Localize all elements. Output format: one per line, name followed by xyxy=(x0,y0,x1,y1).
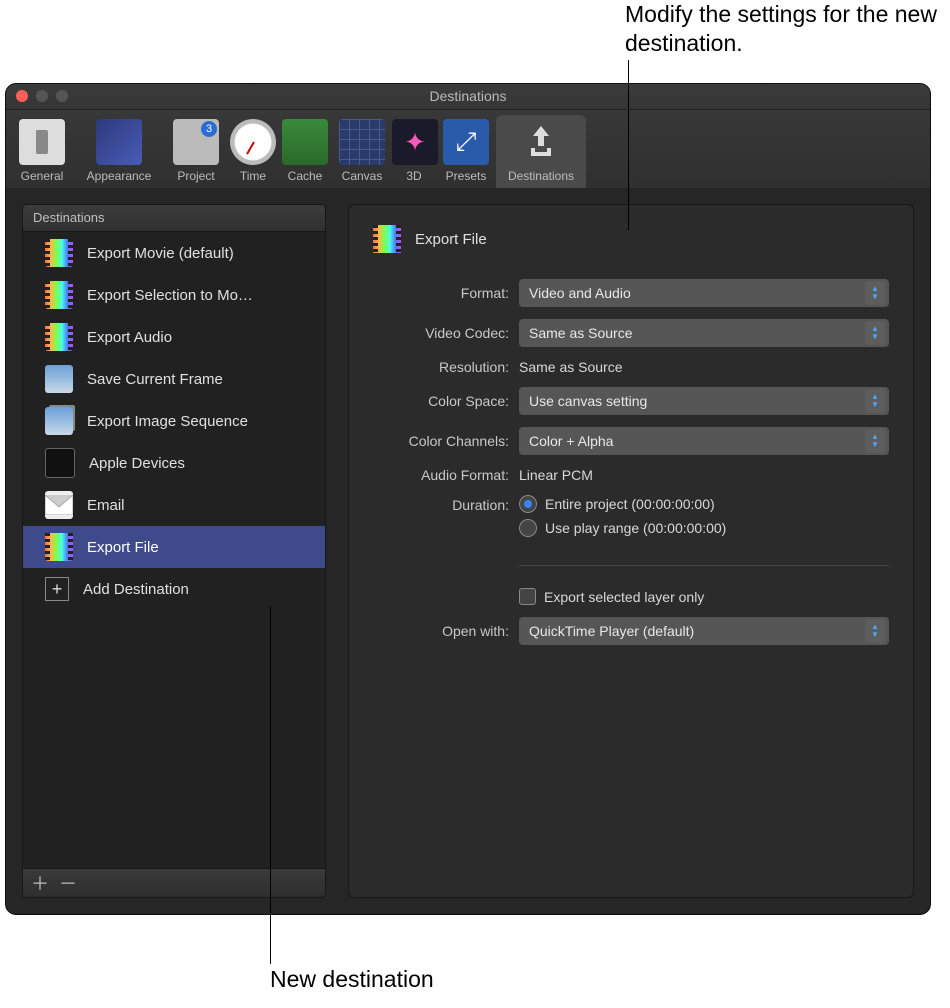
channels-select[interactable]: Color + Alpha ▲▼ xyxy=(519,427,889,455)
tab-presets[interactable]: ⤢ Presets xyxy=(436,115,496,193)
film-icon xyxy=(373,225,401,253)
radio-label: Entire project (00:00:00:00) xyxy=(545,496,715,512)
tab-label: Appearance xyxy=(74,169,164,183)
resolution-value: Same as Source xyxy=(519,359,889,375)
sidebar-item-export-file[interactable]: Export File xyxy=(23,526,325,568)
preferences-window: Destinations General Appearance 3 Projec… xyxy=(6,84,930,914)
updown-icon: ▲▼ xyxy=(865,429,885,453)
tab-time[interactable]: Time xyxy=(228,115,278,193)
sidebar-item-apple-devices[interactable]: Apple Devices xyxy=(23,442,325,484)
sidebar-item-label: Add Destination xyxy=(83,581,189,598)
callout-line xyxy=(270,606,271,964)
sidebar-item-label: Export Audio xyxy=(87,329,172,346)
destinations-sidebar: Destinations Export Movie (default) Expo… xyxy=(22,204,326,898)
tab-general[interactable]: General xyxy=(10,115,74,193)
sidebar-item-label: Email xyxy=(87,497,125,514)
sidebar-item-label: Export Movie (default) xyxy=(87,245,234,262)
format-label: Format: xyxy=(373,285,519,301)
radio-icon xyxy=(519,495,537,513)
resolution-label: Resolution: xyxy=(373,359,519,375)
updown-icon: ▲▼ xyxy=(865,619,885,643)
panel-header: Export File xyxy=(373,225,889,253)
sidebar-item-label: Export Selection to Mo… xyxy=(87,287,253,304)
tab-cache[interactable]: Cache xyxy=(278,115,332,193)
select-value: Use canvas setting xyxy=(529,393,647,409)
channels-label: Color Channels: xyxy=(373,433,519,449)
zoom-button[interactable] xyxy=(56,90,68,102)
format-select[interactable]: Video and Audio ▲▼ xyxy=(519,279,889,307)
sidebar-item-email[interactable]: Email xyxy=(23,484,325,526)
audio-label: Audio Format: xyxy=(373,467,519,483)
export-layer-option[interactable]: Export selected layer only xyxy=(519,588,889,605)
callout-new-destination: New destination xyxy=(270,966,434,993)
sidebar-item-label: Export Image Sequence xyxy=(87,413,248,430)
sidebar-item-image-sequence[interactable]: Export Image Sequence xyxy=(23,400,325,442)
callout-modify-settings: Modify the settings for the new destinat… xyxy=(625,0,945,58)
remove-button[interactable]: － xyxy=(59,870,77,896)
duration-entire-option[interactable]: Entire project (00:00:00:00) xyxy=(519,495,889,513)
plus-icon: + xyxy=(45,577,69,601)
sidebar-item-label: Export File xyxy=(87,539,159,556)
window-controls xyxy=(16,90,68,102)
sidebar-item-add-destination[interactable]: + Add Destination xyxy=(23,568,325,610)
tab-destinations[interactable]: Destinations xyxy=(496,115,586,193)
tab-label: 3D xyxy=(392,169,436,183)
settings-panel: Export File Format: Video and Audio ▲▼ Vi… xyxy=(348,204,914,898)
tab-label: Time xyxy=(228,169,278,183)
select-value: Color + Alpha xyxy=(529,433,613,449)
checkbox-icon xyxy=(519,588,536,605)
checkbox-label: Export selected layer only xyxy=(544,589,704,605)
tab-label: Project xyxy=(164,169,228,183)
codec-label: Video Codec: xyxy=(373,325,519,341)
duration-label: Duration: xyxy=(373,495,519,513)
destinations-list: Export Movie (default) Export Selection … xyxy=(22,232,326,869)
sidebar-item-label: Save Current Frame xyxy=(87,371,223,388)
duration-playrange-option[interactable]: Use play range (00:00:00:00) xyxy=(519,519,889,537)
openwith-select[interactable]: QuickTime Player (default) ▲▼ xyxy=(519,617,889,645)
openwith-label: Open with: xyxy=(373,623,519,639)
select-value: Video and Audio xyxy=(529,285,631,301)
sidebar-item-export-audio[interactable]: Export Audio xyxy=(23,316,325,358)
tab-project[interactable]: 3 Project xyxy=(164,115,228,193)
tab-label: Destinations xyxy=(496,169,586,183)
sidebar-header: Destinations xyxy=(22,204,326,232)
separator xyxy=(519,565,889,566)
sidebar-item-label: Apple Devices xyxy=(89,455,185,472)
sidebar-item-save-frame[interactable]: Save Current Frame xyxy=(23,358,325,400)
panel-title: Export File xyxy=(415,231,487,248)
add-button[interactable]: ＋ xyxy=(31,870,49,896)
sidebar-footer: ＋ － xyxy=(22,869,326,898)
window-body: Destinations Export Movie (default) Expo… xyxy=(6,188,930,914)
minimize-button[interactable] xyxy=(36,90,48,102)
window-title: Destinations xyxy=(429,88,506,104)
tab-label: Cache xyxy=(278,169,332,183)
select-value: QuickTime Player (default) xyxy=(529,623,694,639)
tab-3d[interactable]: ✦ 3D xyxy=(392,115,436,193)
colorspace-select[interactable]: Use canvas setting ▲▼ xyxy=(519,387,889,415)
tab-canvas[interactable]: Canvas xyxy=(332,115,392,193)
select-value: Same as Source xyxy=(529,325,633,341)
tab-label: General xyxy=(10,169,74,183)
radio-label: Use play range (00:00:00:00) xyxy=(545,520,726,536)
tab-label: Canvas xyxy=(332,169,392,183)
window-titlebar: Destinations xyxy=(6,84,930,110)
tab-label: Presets xyxy=(436,169,496,183)
tab-appearance[interactable]: Appearance xyxy=(74,115,164,193)
audio-value: Linear PCM xyxy=(519,467,889,483)
preferences-toolbar: General Appearance 3 Project Time Cache … xyxy=(6,110,930,194)
codec-select[interactable]: Same as Source ▲▼ xyxy=(519,319,889,347)
close-button[interactable] xyxy=(16,90,28,102)
sidebar-item-export-selection[interactable]: Export Selection to Mo… xyxy=(23,274,325,316)
updown-icon: ▲▼ xyxy=(865,281,885,305)
updown-icon: ▲▼ xyxy=(865,321,885,345)
radio-icon xyxy=(519,519,537,537)
callout-line xyxy=(628,60,629,230)
sidebar-item-export-movie[interactable]: Export Movie (default) xyxy=(23,232,325,274)
updown-icon: ▲▼ xyxy=(865,389,885,413)
colorspace-label: Color Space: xyxy=(373,393,519,409)
